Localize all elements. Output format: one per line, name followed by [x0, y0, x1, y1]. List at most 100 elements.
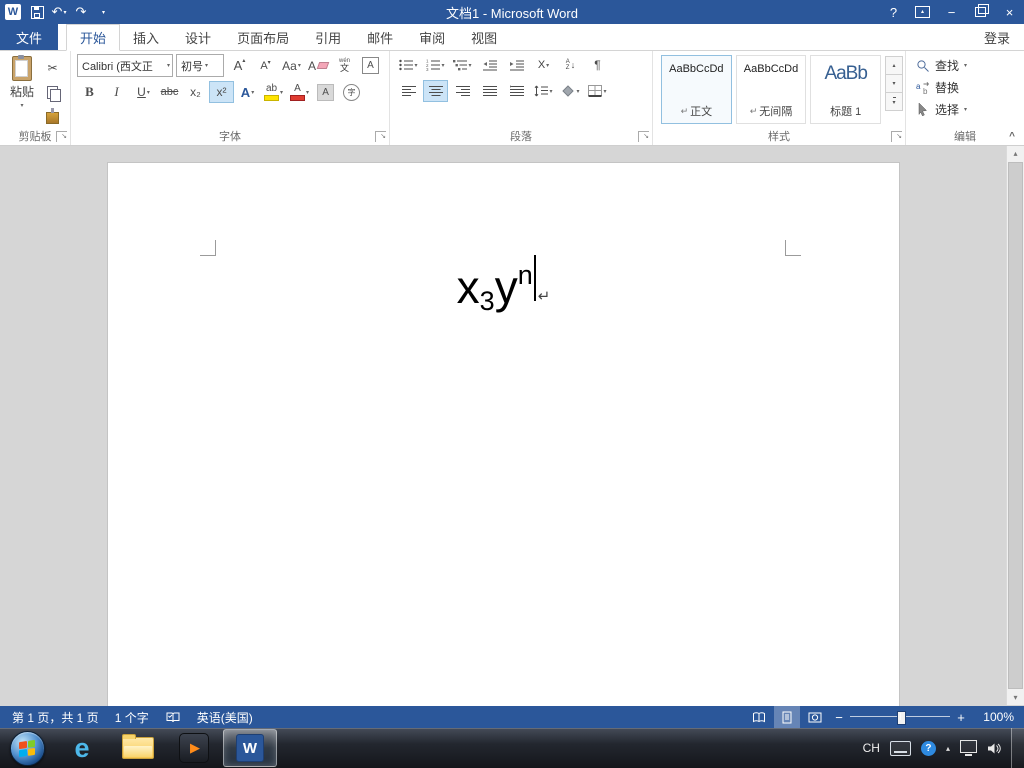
cut-button[interactable]: ✂ — [40, 57, 65, 79]
distribute-button[interactable] — [504, 80, 529, 102]
tab-insert[interactable]: 插入 — [120, 24, 172, 50]
tab-review[interactable]: 审阅 — [406, 24, 458, 50]
format-painter-button[interactable] — [40, 105, 65, 127]
italic-button[interactable]: I — [103, 81, 130, 103]
decrease-indent-button[interactable] — [477, 54, 502, 76]
shading-button[interactable]: ▾ — [558, 80, 583, 102]
taskbar-word-button[interactable]: W — [223, 729, 277, 767]
redo-button[interactable]: ↷ — [71, 2, 91, 22]
tray-help-icon[interactable]: ? — [920, 740, 936, 756]
change-case-button[interactable]: Aa ▾ — [279, 55, 304, 77]
select-button[interactable]: 选择 ▾ — [916, 100, 1020, 119]
scroll-down-button[interactable]: ▾ — [1007, 690, 1024, 705]
copy-button[interactable] — [40, 81, 65, 103]
zoom-slider-thumb[interactable] — [897, 711, 906, 725]
clipboard-dialog-launcher[interactable]: ↘ — [56, 131, 67, 142]
ribbon-display-options-button[interactable]: ▴ — [908, 0, 937, 24]
style-no-spacing[interactable]: AaBbCcDd ↵ 无间隔 — [735, 55, 807, 124]
sign-in-link[interactable]: 登录 — [970, 24, 1024, 50]
font-name-combo[interactable]: Calibri (西文正 ▾ — [77, 54, 173, 77]
bold-button[interactable]: B — [77, 81, 102, 103]
multilevel-list-button[interactable]: ▾ — [450, 54, 475, 76]
start-button[interactable] — [0, 728, 54, 768]
print-layout-button[interactable] — [774, 706, 800, 728]
taskbar-explorer-button[interactable] — [111, 729, 165, 767]
keyboard-icon[interactable] — [889, 740, 911, 756]
word-count-indicator[interactable]: 1 个字 — [107, 706, 157, 728]
borders-button[interactable]: ▾ — [585, 80, 610, 102]
tab-file[interactable]: 文件 — [0, 24, 59, 50]
font-dialog-launcher[interactable]: ↘ — [375, 131, 386, 142]
styles-gallery-more-button[interactable]: ▾ — [885, 92, 904, 111]
minimize-button[interactable]: − — [937, 0, 966, 24]
tab-references[interactable]: 引用 — [302, 24, 354, 50]
numbering-button[interactable]: 1 2 3 ▾ — [423, 54, 448, 76]
grow-font-button[interactable]: A ▴ — [227, 55, 252, 77]
character-shading-button[interactable]: A — [313, 81, 338, 103]
document-page[interactable]: x3yn↵ — [108, 163, 899, 706]
paragraph-dialog-launcher[interactable]: ↘ — [638, 131, 649, 142]
increase-indent-button[interactable] — [504, 54, 529, 76]
proofing-status-button[interactable] — [157, 706, 189, 728]
vertical-scrollbar[interactable]: ▴ ▾ — [1006, 146, 1024, 705]
language-indicator[interactable]: 英语(美国) — [189, 706, 261, 728]
ime-language-indicator[interactable]: CH — [863, 741, 880, 755]
qat-customize-button[interactable]: ▾ — [93, 2, 113, 22]
clear-formatting-button[interactable]: A — [305, 55, 331, 77]
tab-page-layout[interactable]: 页面布局 — [224, 24, 302, 50]
tab-design[interactable]: 设计 — [172, 24, 224, 50]
network-icon[interactable] — [960, 740, 977, 756]
font-color-button[interactable]: A ▾ — [287, 81, 312, 103]
zoom-slider[interactable] — [850, 706, 950, 728]
show-formatting-marks-button[interactable]: ¶ — [585, 54, 610, 76]
superscript-button[interactable]: x² — [209, 81, 234, 103]
align-left-button[interactable] — [396, 80, 421, 102]
sort-button[interactable]: A Z ↓ — [558, 54, 583, 76]
highlight-color-button[interactable]: ab ▾ — [261, 81, 286, 103]
bullets-button[interactable]: ▾ — [396, 54, 421, 76]
shrink-font-button[interactable]: A ▾ — [253, 55, 278, 77]
taskbar-media-player-button[interactable]: ▶ — [167, 729, 221, 767]
read-mode-button[interactable] — [746, 706, 772, 728]
styles-dialog-launcher[interactable]: ↘ — [891, 131, 902, 142]
style-normal[interactable]: AaBbCcDd ↵ 正文 — [661, 55, 732, 124]
zoom-out-button[interactable]: − — [830, 710, 848, 725]
hidden-icons-button[interactable]: ▴ — [946, 744, 950, 753]
word-app-icon[interactable]: W — [5, 4, 21, 20]
replace-button[interactable]: ab 替换 — [916, 78, 1020, 97]
font-size-combo[interactable]: 初号 ▾ — [176, 54, 224, 77]
style-heading-1[interactable]: AaBb 标题 1 — [810, 55, 882, 124]
save-button[interactable] — [27, 2, 47, 22]
show-desktop-button[interactable] — [1011, 728, 1024, 768]
tab-home[interactable]: 开始 — [66, 24, 121, 51]
character-border-button[interactable]: A — [358, 55, 383, 77]
tab-mailings[interactable]: 邮件 — [354, 24, 406, 50]
help-button[interactable]: ? — [879, 0, 908, 24]
justify-button[interactable] — [477, 80, 502, 102]
enclose-characters-button[interactable]: 字 — [339, 81, 364, 103]
scroll-up-button[interactable]: ▴ — [1007, 146, 1024, 161]
zoom-level[interactable]: 100% — [972, 710, 1020, 724]
taskbar-internet-explorer-button[interactable]: e — [55, 729, 109, 767]
phonetic-guide-button[interactable]: wén 文 — [332, 55, 357, 77]
line-spacing-button[interactable]: ▾ — [531, 80, 556, 102]
scrollbar-thumb[interactable] — [1008, 162, 1023, 689]
styles-scroll-up-button[interactable]: ▴ — [885, 56, 904, 75]
tab-view[interactable]: 视图 — [458, 24, 510, 50]
subscript-button[interactable]: x₂ — [183, 81, 208, 103]
align-center-button[interactable] — [423, 80, 448, 102]
underline-button[interactable]: U ▾ — [131, 81, 156, 103]
styles-scroll-down-button[interactable]: ▾ — [885, 74, 904, 93]
undo-button[interactable]: ↶ ▾ — [49, 2, 69, 22]
web-layout-button[interactable] — [802, 706, 828, 728]
find-button[interactable]: 查找 ▾ — [916, 56, 1020, 75]
close-button[interactable]: × — [995, 0, 1024, 24]
collapse-ribbon-button[interactable]: ^ — [1005, 131, 1019, 142]
volume-icon[interactable] — [987, 742, 1001, 755]
page-number-indicator[interactable]: 第 1 页，共 1 页 — [4, 706, 107, 728]
strikethrough-button[interactable]: abc — [157, 81, 182, 103]
restore-button[interactable] — [966, 0, 995, 24]
align-right-button[interactable] — [450, 80, 475, 102]
text-effects-button[interactable]: A ▾ — [235, 81, 260, 103]
paste-button[interactable]: 粘贴 ▾ — [4, 54, 40, 129]
